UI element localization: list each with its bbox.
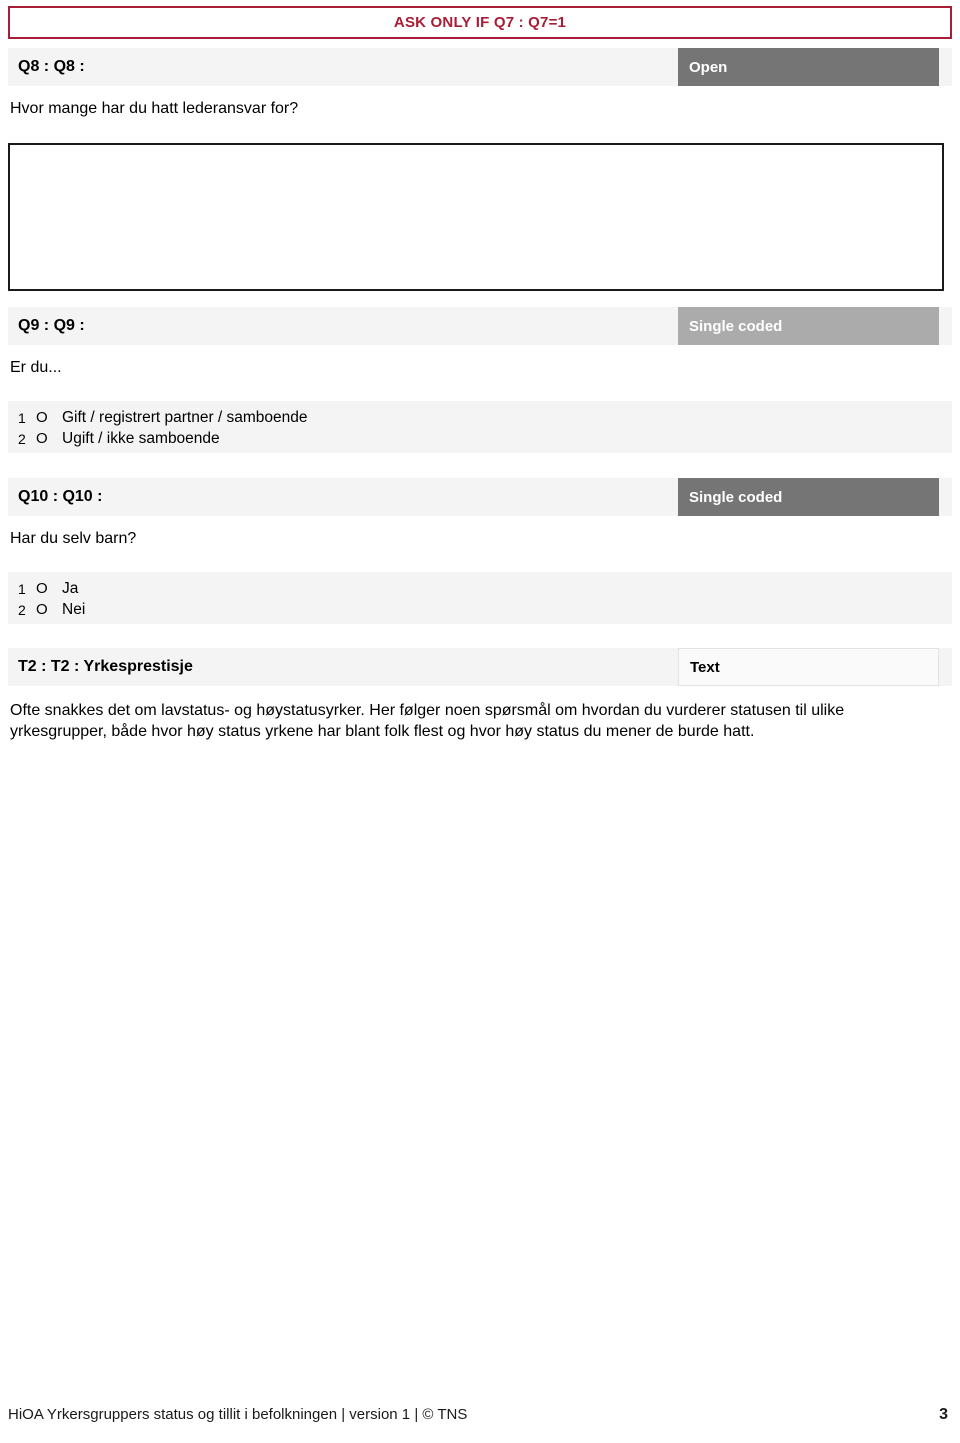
open-response-box-q8[interactable] <box>8 143 944 291</box>
question-id-label-q9: Q9 : Q9 : <box>18 317 85 334</box>
question-type-badge-label-q8: Open <box>689 58 728 76</box>
options-list-q10: 1 O Ja 2 O Nei <box>8 572 952 624</box>
option-label: Ja <box>62 579 79 597</box>
question-id-label-q8: Q8 : Q8 : <box>18 58 85 75</box>
footer-page-number: 3 <box>939 1406 948 1423</box>
option-code: 2 <box>18 430 26 447</box>
option-label: Nei <box>62 600 86 618</box>
option-code: 1 <box>18 580 26 597</box>
question-header-t2: T2 : T2 : Yrkesprestisje Text <box>8 648 952 686</box>
option-row[interactable]: 2 O Ugift / ikke samboende <box>8 428 952 449</box>
question-type-badge-q9: Single coded <box>678 307 939 345</box>
option-code: 2 <box>18 601 26 618</box>
option-label: Gift / registrert partner / samboende <box>62 408 308 426</box>
question-type-badge-t2: Text <box>678 648 939 686</box>
questionnaire-page: ASK ONLY IF Q7 : Q7=1 Q8 : Q8 : Open Hvo… <box>0 0 960 1443</box>
question-id-label-t2: T2 : T2 : Yrkesprestisje <box>18 658 193 675</box>
radio-icon[interactable]: O <box>36 581 62 596</box>
options-list-q9: 1 O Gift / registrert partner / samboend… <box>8 401 952 453</box>
radio-icon[interactable]: O <box>36 410 62 425</box>
question-header-q8: Q8 : Q8 : Open <box>8 48 952 86</box>
question-type-badge-label-q9: Single coded <box>689 317 783 335</box>
question-text-q10: Har du selv barn? <box>10 530 137 547</box>
option-code: 1 <box>18 409 26 426</box>
question-type-badge-label-t2: Text <box>690 658 720 676</box>
radio-icon[interactable]: O <box>36 602 62 617</box>
option-row[interactable]: 2 O Nei <box>8 599 952 620</box>
question-text-q9: Er du... <box>10 359 62 376</box>
text-block-body-t2: Ofte snakkes det om lavstatus- og høysta… <box>10 702 845 741</box>
question-type-badge-label-q10: Single coded <box>689 488 783 506</box>
question-id-label-q10: Q10 : Q10 : <box>18 488 103 505</box>
question-type-badge-q8: Open <box>678 48 939 86</box>
question-text-q8: Hvor mange har du hatt lederansvar for? <box>10 100 299 117</box>
routing-condition-text: ASK ONLY IF Q7 : Q7=1 <box>393 14 567 31</box>
question-type-badge-q10: Single coded <box>678 478 939 516</box>
option-label: Ugift / ikke samboende <box>62 429 220 447</box>
radio-icon[interactable]: O <box>36 431 62 446</box>
question-header-q9: Q9 : Q9 : Single coded <box>8 307 952 345</box>
routing-condition-banner: ASK ONLY IF Q7 : Q7=1 <box>8 6 952 39</box>
question-header-q10: Q10 : Q10 : Single coded <box>8 478 952 516</box>
option-row[interactable]: 1 O Ja <box>8 578 952 599</box>
footer-study-label: HiOA Yrkersgruppers status og tillit i b… <box>8 1406 468 1423</box>
option-row[interactable]: 1 O Gift / registrert partner / samboend… <box>8 407 952 428</box>
